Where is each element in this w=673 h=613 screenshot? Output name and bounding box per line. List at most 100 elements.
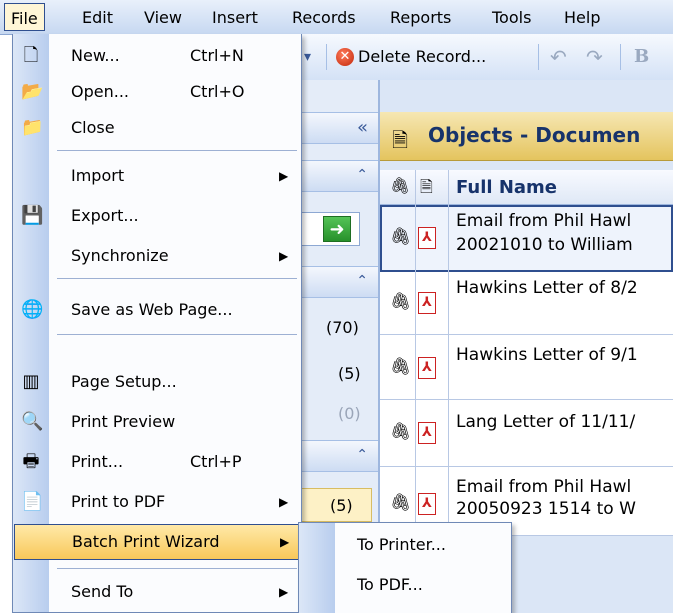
- menu-tools[interactable]: Tools: [490, 9, 533, 27]
- menu-item-print-preview[interactable]: 🔍 Print Preview: [13, 404, 301, 440]
- dropdown-arrow-icon[interactable]: ▾: [304, 49, 311, 65]
- delete-record-button[interactable]: Delete Record...: [358, 47, 486, 66]
- menu-item-print-to-pdf[interactable]: 📄 Print to PDF ▶: [13, 484, 301, 520]
- batch-print-submenu: To Printer... To PDF...: [298, 522, 512, 613]
- menu-item-open[interactable]: 📂 Open... Ctrl+O: [13, 74, 301, 110]
- menu-item-label: Print Preview: [71, 412, 176, 431]
- documents-icon: 🗎: [392, 128, 409, 152]
- page-setup-icon: ▥: [22, 371, 40, 392]
- menu-item-label: To Printer...: [357, 535, 446, 554]
- attachment-icon: 🖇: [390, 422, 412, 442]
- row-full-name: Lang Letter of 11/11/: [456, 412, 636, 432]
- open-folder-icon: 📂: [21, 81, 44, 102]
- submenu-item-to-pdf[interactable]: To PDF...: [299, 567, 511, 603]
- attachment-icon: 🖇: [390, 227, 412, 247]
- pdf-icon: ⅄: [418, 292, 436, 314]
- table-row[interactable]: 🖇 ⅄ Email from Phil Hawl 20021010 to Wil…: [380, 205, 673, 272]
- menu-help[interactable]: Help: [562, 9, 602, 27]
- pdf-icon: ⅄: [418, 493, 436, 515]
- pane-section-header: ⌃: [300, 160, 378, 192]
- menu-item-label: To PDF...: [357, 575, 423, 594]
- menu-item-import[interactable]: Import ▶: [13, 158, 301, 194]
- table-row[interactable]: 🖇 ⅄ Lang Letter of 11/11/: [380, 400, 673, 467]
- pdf-icon: ⅄: [418, 422, 436, 444]
- menu-item-page-setup[interactable]: ▥ Page Setup...: [13, 364, 301, 400]
- toolbar: ▾ ✕ Delete Record... ↶ ↷ B: [300, 34, 673, 81]
- chevron-up-icon[interactable]: ⌃: [356, 447, 368, 463]
- menu-item-label: Print to PDF: [71, 492, 166, 511]
- pdf-print-icon: 📄: [21, 491, 44, 512]
- menu-item-label: Open...: [71, 82, 129, 101]
- menu-item-label: Print...: [71, 452, 124, 471]
- menu-item-label: Export...: [71, 206, 139, 225]
- menu-item-batch-print-wizard[interactable]: Batch Print Wizard ▶: [14, 524, 300, 560]
- menu-file[interactable]: File: [4, 3, 45, 31]
- toolbar-separator: [326, 44, 327, 70]
- objects-panel-title: Objects - Documen: [428, 123, 641, 147]
- print-preview-icon: 🔍: [21, 411, 44, 432]
- undo-icon[interactable]: ↶: [550, 45, 567, 69]
- row-full-name: Email from Phil Hawl: [456, 211, 632, 231]
- attachment-icon: 🖇: [390, 493, 412, 513]
- table-row[interactable]: 🖇 ⅄ Hawkins Letter of 9/1: [380, 335, 673, 400]
- printer-icon: 🖶: [22, 451, 40, 472]
- chevron-up-icon[interactable]: ⌃: [356, 273, 368, 289]
- bold-button[interactable]: B: [634, 46, 649, 67]
- menu-reports[interactable]: Reports: [388, 9, 453, 27]
- redo-icon[interactable]: ↷: [586, 45, 603, 69]
- pdf-icon: ⅄: [418, 227, 436, 249]
- row-full-name-line2: 20050923 1514 to W: [456, 499, 636, 519]
- menu-item-label: Import: [71, 166, 125, 185]
- column-header-full-name[interactable]: Full Name: [456, 177, 557, 198]
- menu-item-shortcut: Ctrl+P: [190, 452, 242, 471]
- table-row[interactable]: 🖇 ⅄ Hawkins Letter of 8/2: [380, 272, 673, 335]
- menu-item-export[interactable]: 💾 Export...: [13, 198, 301, 234]
- submenu-arrow-icon: ▶: [279, 169, 289, 183]
- type-column-icon[interactable]: 🗎: [420, 176, 433, 203]
- pane-header: «: [300, 112, 378, 144]
- menu-item-print[interactable]: 🖶 Print... Ctrl+P: [13, 444, 301, 480]
- menu-insert[interactable]: Insert: [210, 9, 260, 27]
- attachment-icon: 🖇: [390, 292, 412, 312]
- menu-item-synchronize[interactable]: Synchronize ▶: [13, 238, 301, 274]
- menu-item-label: Page Setup...: [71, 372, 177, 391]
- menu-item-label: Batch Print Wizard: [72, 532, 220, 551]
- menu-records[interactable]: Records: [290, 9, 358, 27]
- menu-separator: [57, 334, 297, 335]
- menu-separator: [57, 568, 297, 569]
- menu-edit[interactable]: Edit: [80, 9, 115, 27]
- pane-section-header: ⌃: [300, 440, 378, 472]
- menu-view[interactable]: View: [142, 9, 184, 27]
- submenu-arrow-icon: ▶: [280, 535, 290, 549]
- pane-section-header: ⌃: [300, 266, 378, 298]
- submenu-arrow-icon: ▶: [279, 585, 289, 599]
- menu-separator: [57, 278, 297, 279]
- grid-header: 🖇 🗎 Full Name: [380, 170, 673, 205]
- row-full-name: Hawkins Letter of 9/1: [456, 345, 638, 365]
- submenu-item-to-printer[interactable]: To Printer...: [299, 527, 511, 563]
- menu-item-close[interactable]: 📁 Close: [13, 110, 301, 146]
- toolbar-separator: [538, 44, 539, 70]
- menu-item-save-as-web-page[interactable]: 🌐 Save as Web Page...: [13, 292, 301, 328]
- menu-item-label: Save as Web Page...: [71, 300, 233, 319]
- menu-bar: File Edit View Insert Records Reports To…: [0, 0, 673, 35]
- collapse-pane-icon[interactable]: «: [357, 117, 368, 138]
- chevron-up-icon[interactable]: ⌃: [356, 167, 368, 183]
- submenu-arrow-icon: ▶: [279, 495, 289, 509]
- go-arrow-button[interactable]: ➜: [323, 216, 351, 242]
- menu-item-send-to[interactable]: Send To ▶: [13, 574, 301, 610]
- row-full-name-line2: 20021010 to William: [456, 235, 633, 255]
- menu-item-shortcut: Ctrl+O: [190, 82, 245, 101]
- attachment-icon: 🖇: [390, 357, 412, 377]
- row-full-name: Email from Phil Hawl: [456, 477, 632, 497]
- attachment-column-icon[interactable]: 🖇: [390, 176, 410, 195]
- file-menu: 🗋 New... Ctrl+N 📂 Open... Ctrl+O 📁 Close…: [12, 34, 302, 613]
- toolbar-separator: [620, 44, 621, 70]
- new-document-icon: 🗋: [23, 45, 39, 66]
- close-folder-icon: 📁: [21, 117, 44, 138]
- delete-icon: ✕: [336, 48, 354, 66]
- submenu-arrow-icon: ▶: [279, 249, 289, 263]
- row-full-name: Hawkins Letter of 8/2: [456, 278, 638, 298]
- menu-item-new[interactable]: 🗋 New... Ctrl+N: [13, 38, 301, 74]
- menu-item-shortcut: Ctrl+N: [190, 46, 244, 65]
